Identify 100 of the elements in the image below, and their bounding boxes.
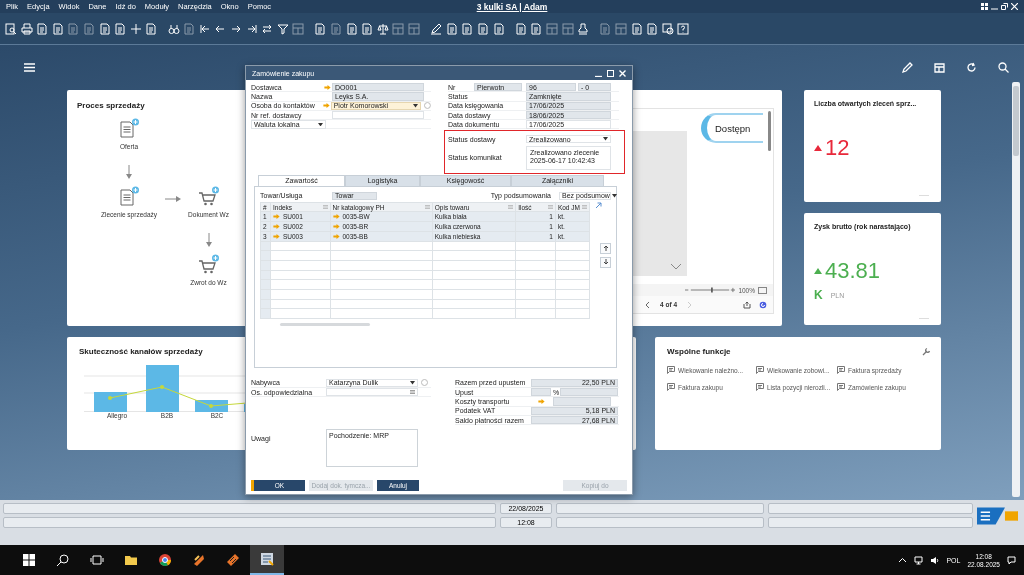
document-icon[interactable] [646, 22, 659, 35]
cart-icon[interactable] [197, 254, 220, 276]
close-icon[interactable] [1011, 3, 1018, 10]
network-icon[interactable] [914, 555, 924, 565]
document-icon[interactable] [82, 22, 95, 35]
up-arrow-icon [602, 245, 609, 252]
first-icon[interactable] [198, 22, 211, 35]
refresh-icon[interactable] [759, 300, 767, 309]
restore-icon[interactable] [1001, 3, 1008, 10]
document-icon[interactable] [477, 22, 489, 35]
document-icon[interactable] [67, 22, 80, 35]
note-icon [667, 383, 675, 391]
filter-icon[interactable] [276, 22, 289, 35]
document-icon[interactable] [514, 22, 527, 35]
scrollbar[interactable] [768, 111, 771, 151]
expand-icon[interactable] [595, 201, 602, 209]
document-icon[interactable] [599, 22, 612, 35]
caret-up-icon[interactable] [898, 555, 908, 565]
cart-icon[interactable] [197, 186, 220, 208]
document-icon[interactable] [361, 22, 374, 35]
app-title: 3 kulki SA | Adam [476, 1, 548, 12]
document-icon[interactable] [530, 22, 543, 35]
scrollbar[interactable] [1012, 82, 1020, 497]
document-icon[interactable] [51, 22, 64, 35]
previous-icon[interactable] [644, 300, 652, 309]
wrench-icon[interactable] [922, 347, 931, 356]
dropdown-arrow-icon[interactable] [413, 104, 419, 108]
windows-logo-icon[interactable] [22, 553, 36, 567]
refresh-icon[interactable] [966, 62, 977, 73]
document-icon[interactable] [36, 22, 49, 35]
document-icon[interactable] [630, 22, 643, 35]
search-icon[interactable] [56, 553, 70, 567]
down-arrow-icon [205, 233, 212, 247]
layout-icon[interactable] [934, 62, 945, 73]
menu-icon[interactable] [24, 62, 35, 73]
right-arrow-icon [165, 196, 181, 202]
app-icon[interactable] [260, 552, 274, 566]
document-icon[interactable] [98, 22, 111, 35]
input-field[interactable] [332, 110, 424, 120]
kpi-scale: K [814, 288, 823, 302]
maximize-icon[interactable] [607, 69, 614, 77]
document-icon[interactable] [114, 22, 127, 35]
notification-icon[interactable] [1007, 555, 1016, 565]
note-icon [667, 366, 675, 374]
kpi-value: 43.81 [825, 260, 881, 282]
binoculars-icon[interactable] [167, 22, 180, 35]
value-field [553, 397, 611, 406]
note-icon [837, 366, 845, 374]
scale-icon[interactable] [376, 22, 389, 35]
last-icon[interactable] [245, 22, 258, 35]
browser-icon[interactable] [158, 553, 172, 567]
dropdown-arrow-icon[interactable] [410, 381, 415, 385]
document-icon[interactable] [314, 22, 327, 35]
document-icon[interactable] [461, 22, 474, 35]
fit-page-icon[interactable] [758, 286, 767, 294]
move-down-button[interactable] [600, 256, 611, 268]
pen-icon[interactable] [430, 22, 443, 35]
move-up-button[interactable] [600, 242, 611, 254]
pencil-icon[interactable] [902, 62, 913, 73]
crosshair-icon[interactable] [129, 22, 142, 35]
card-title: Proces sprzedaży [77, 101, 145, 110]
document-icon[interactable] [330, 22, 343, 35]
speaker-icon[interactable] [930, 555, 940, 565]
kpi-value: 12 [825, 137, 850, 159]
card-title: Skuteczność kanałów sprzedaży [79, 347, 203, 356]
search-icon[interactable] [998, 62, 1009, 73]
note-icon [756, 366, 764, 374]
dropdown-arrow-icon[interactable] [603, 137, 608, 141]
document-icon[interactable] [145, 22, 158, 35]
grid-icon[interactable] [981, 3, 988, 10]
document-icon[interactable] [345, 22, 358, 35]
zoom-slider[interactable] [685, 287, 736, 293]
logo-drawing [977, 505, 1018, 527]
card-title: Wspólne funkcje [667, 347, 731, 356]
document-icon[interactable] [445, 22, 458, 35]
note-icon [756, 383, 764, 391]
share-icon[interactable] [743, 300, 751, 309]
app-icon[interactable] [192, 553, 206, 567]
down-arrow-icon [126, 165, 132, 179]
task-view-icon[interactable] [90, 553, 104, 567]
document-icon[interactable] [492, 22, 505, 35]
document-icon[interactable] [118, 186, 140, 208]
input-field[interactable] [531, 388, 551, 397]
stamp-icon[interactable] [577, 22, 590, 35]
dropdown-arrow-icon[interactable] [611, 194, 617, 198]
app-icon[interactable] [226, 553, 240, 567]
pill-button[interactable]: Dostępn [701, 113, 763, 143]
chevron-down-icon[interactable] [671, 264, 681, 270]
scrollbar[interactable] [280, 323, 370, 327]
dropdown-arrow-icon[interactable] [318, 122, 323, 127]
document-icon[interactable] [118, 118, 140, 140]
swap-icon[interactable] [261, 22, 274, 35]
printer-icon[interactable] [20, 22, 33, 35]
folder-icon[interactable] [124, 553, 138, 567]
close-icon[interactable] [619, 69, 626, 77]
search-icon[interactable] [5, 22, 17, 35]
list-icon[interactable] [410, 390, 415, 395]
input-field[interactable] [326, 388, 418, 397]
note-icon [837, 383, 845, 391]
value-field [560, 388, 618, 397]
